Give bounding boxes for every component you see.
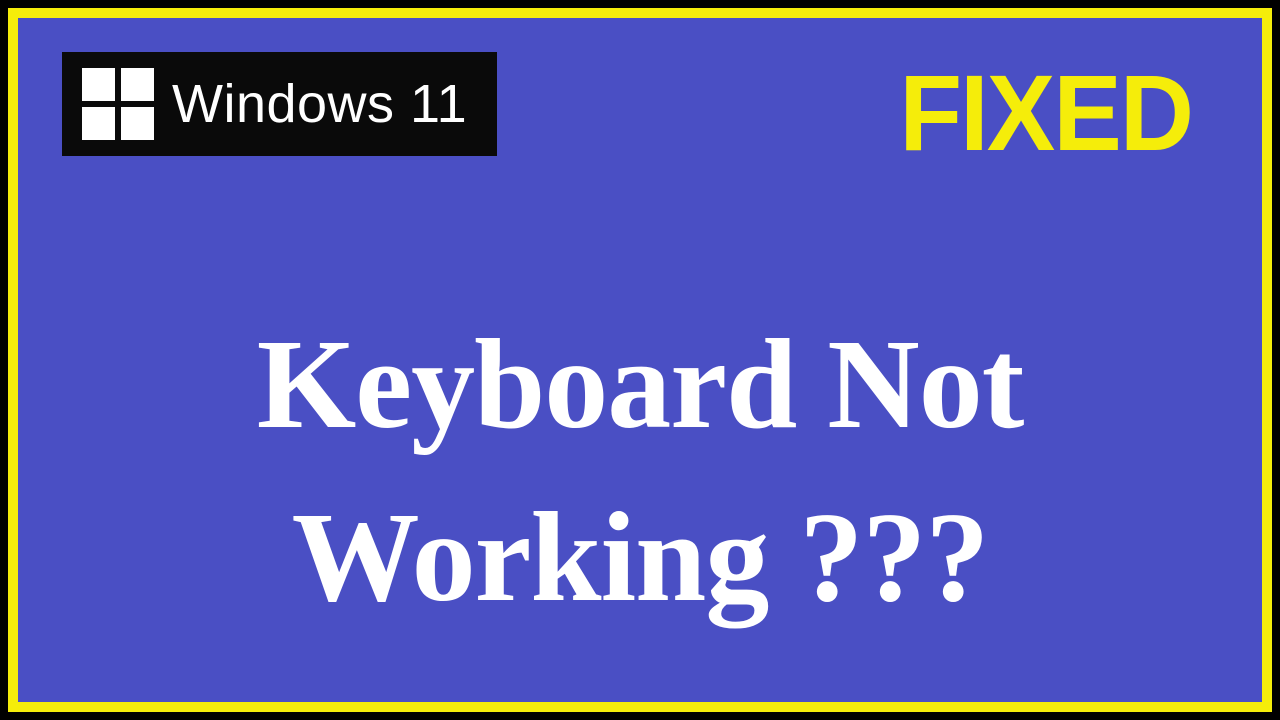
fixed-status-label: FIXED <box>899 50 1192 175</box>
thumbnail-frame: Windows 11 FIXED Keyboard Not Working ??… <box>8 8 1272 712</box>
headline-text: Keyboard Not Working ??? <box>18 298 1262 644</box>
headline-line-1: Keyboard Not <box>18 298 1262 471</box>
headline-line-2: Working ??? <box>18 471 1262 644</box>
windows-badge-label: Windows 11 <box>172 73 467 135</box>
windows-logo-icon <box>82 68 154 140</box>
windows-badge: Windows 11 <box>62 52 497 156</box>
